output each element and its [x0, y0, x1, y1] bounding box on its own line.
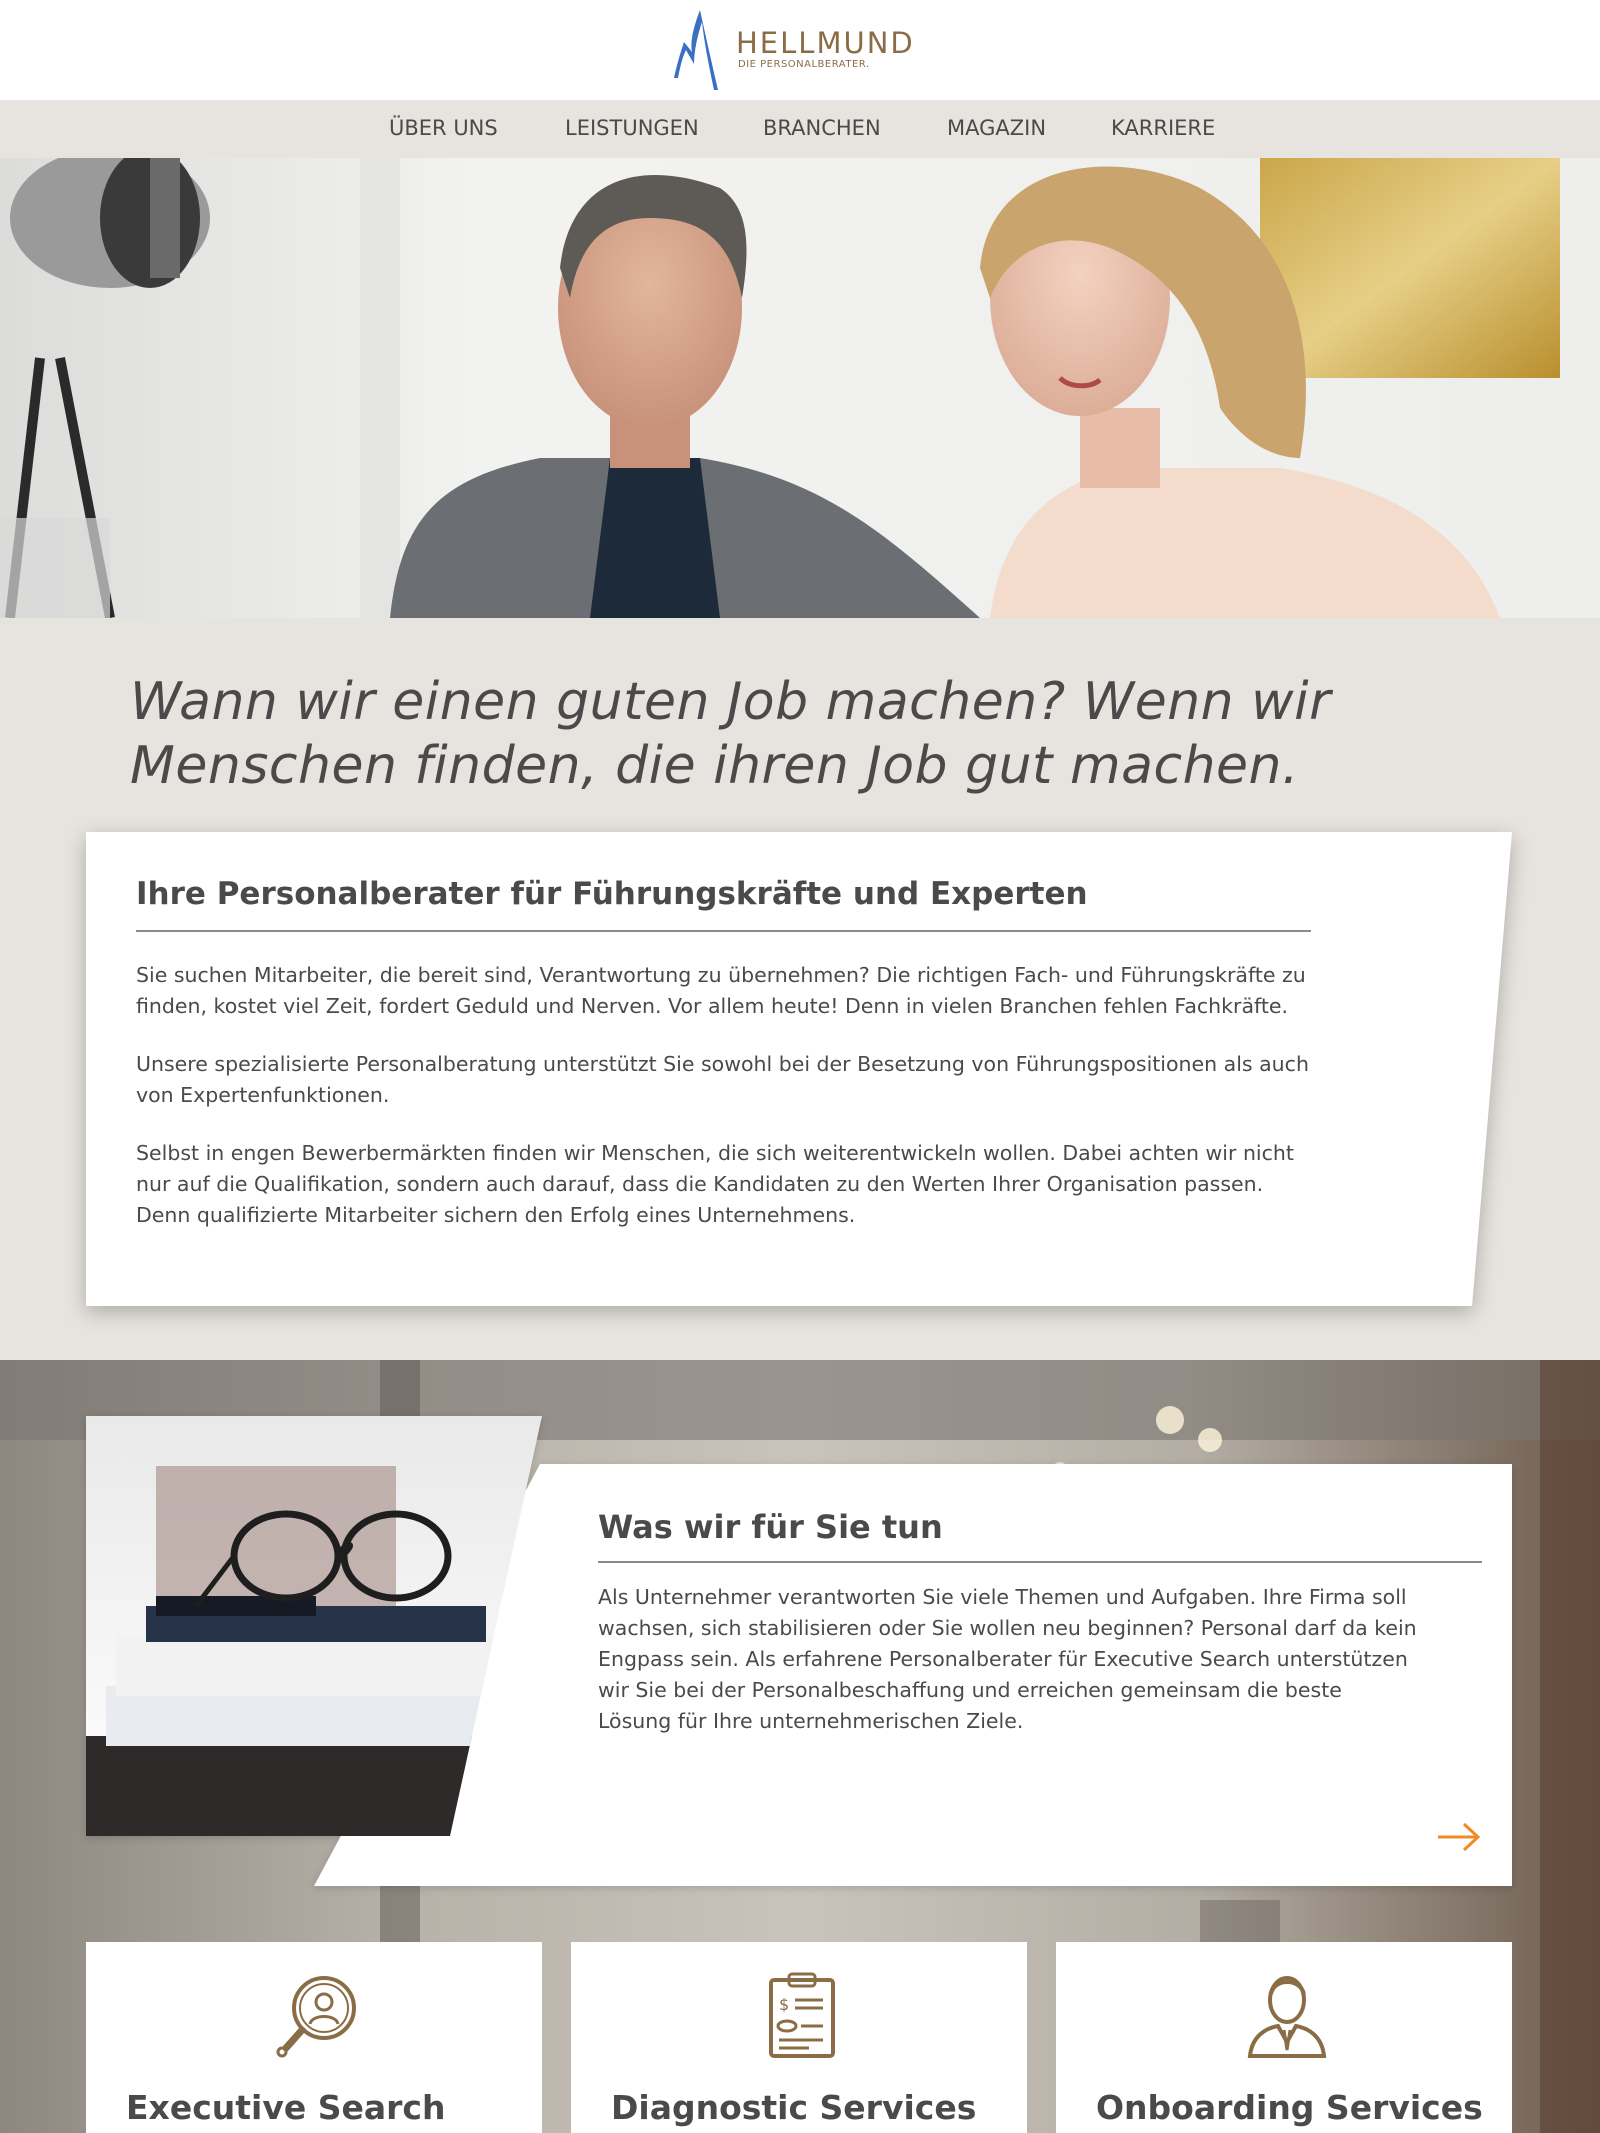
- service-title-diagnostic-services: Diagnostic Services: [611, 2088, 977, 2127]
- nav-item-branchen[interactable]: BRANCHEN: [763, 116, 881, 140]
- what-we-do-divider: [598, 1561, 1482, 1563]
- intro-headline: Wann wir einen guten Job machen? Wenn wi…: [130, 672, 1332, 796]
- intro-paragraph-3: Selbst in engen Bewerbermärkten finden w…: [136, 1141, 1294, 1227]
- intro-card: Ihre Personalberater für Führungskräfte …: [86, 832, 1512, 1306]
- hero-image: [0, 158, 1600, 618]
- brand-tagline: DIE PERSONALBERATER.: [738, 59, 870, 70]
- logo-mark-icon: [674, 10, 718, 90]
- brand-name: HELLMUND: [736, 26, 915, 60]
- arrow-right-icon[interactable]: [1436, 1822, 1482, 1852]
- service-title-executive-search: Executive Search: [126, 2088, 446, 2127]
- service-card-executive-search[interactable]: Executive Search: [86, 1942, 542, 2133]
- main-navigation: ÜBER UNS LEISTUNGEN BRANCHEN MAGAZIN KAR…: [0, 100, 1600, 158]
- svg-text:$: $: [779, 1995, 789, 2014]
- intro-section: Wann wir einen guten Job machen? Wenn wi…: [0, 618, 1600, 1360]
- magnifier-person-icon: [276, 1976, 356, 2058]
- what-we-do-card-wrapper: Was wir für Sie tun Als Unternehmer vera…: [86, 1416, 1512, 1886]
- intro-paragraph-1: Sie suchen Mitarbeiter, die bereit sind,…: [136, 963, 1306, 1018]
- nav-item-leistungen[interactable]: LEISTUNGEN: [565, 116, 699, 140]
- intro-card-title: Ihre Personalberater für Führungskräfte …: [136, 876, 1088, 912]
- what-we-do-text: Als Unternehmer verantworten Sie viele T…: [598, 1585, 1417, 1733]
- service-title-onboarding-services: Onboarding Services: [1096, 2088, 1483, 2127]
- nav-item-magazin[interactable]: MAGAZIN: [947, 116, 1046, 140]
- intro-card-wrapper: Ihre Personalberater für Führungskräfte …: [86, 832, 1512, 1306]
- services-section: Was wir für Sie tun Als Unternehmer vera…: [0, 1360, 1600, 2133]
- hero-photo: [0, 158, 1600, 618]
- site-header: HELLMUND DIE PERSONALBERATER.: [0, 0, 1600, 100]
- intro-card-divider: [136, 930, 1311, 932]
- person-suit-icon: [1247, 1976, 1327, 2058]
- what-we-do-title: Was wir für Sie tun: [598, 1508, 943, 1546]
- service-card-onboarding-services[interactable]: Onboarding Services: [1056, 1942, 1512, 2133]
- nav-item-karriere[interactable]: KARRIERE: [1111, 116, 1215, 140]
- clipboard-icon: $: [769, 1972, 835, 2058]
- nav-item-ueber-uns[interactable]: ÜBER UNS: [389, 116, 498, 140]
- service-card-diagnostic-services[interactable]: $ Diagnostic Services: [571, 1942, 1027, 2133]
- brand-logo[interactable]: HELLMUND DIE PERSONALBERATER.: [668, 6, 938, 92]
- intro-paragraph-2: Unsere spezialisierte Personalberatung u…: [136, 1052, 1309, 1107]
